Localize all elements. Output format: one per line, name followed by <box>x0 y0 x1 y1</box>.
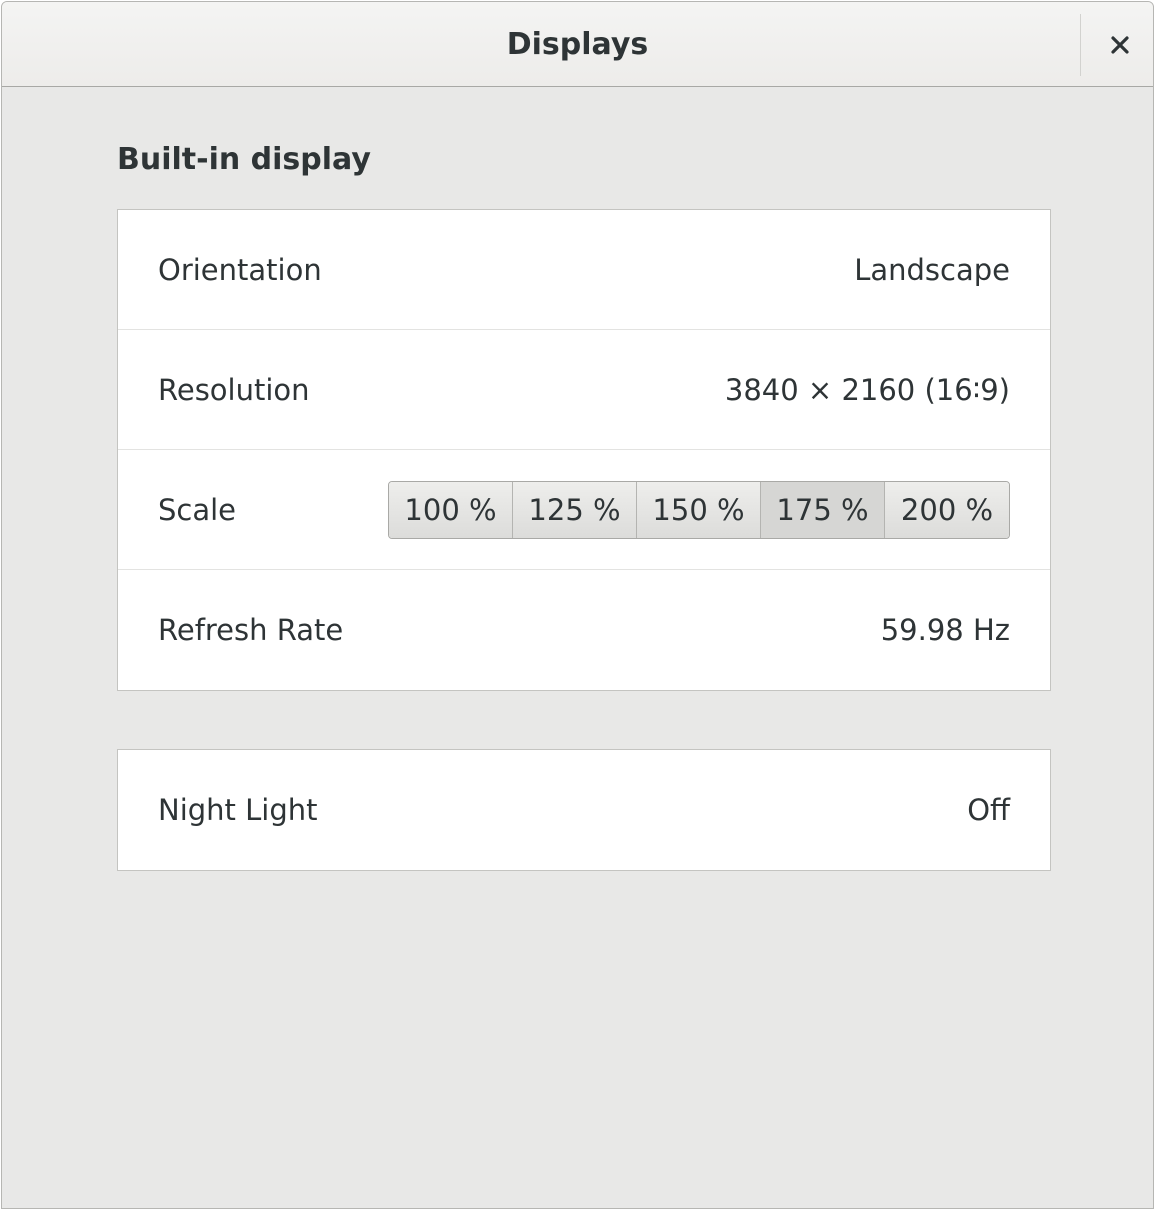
resolution-label: Resolution <box>158 372 310 407</box>
scale-button-group: 100 % 125 % 150 % 175 % 200 % <box>388 480 1010 539</box>
scale-175-button[interactable]: 175 % <box>761 481 885 538</box>
night-light-label: Night Light <box>158 793 318 827</box>
orientation-row[interactable]: Orientation Landscape <box>118 210 1050 330</box>
refresh-rate-label: Refresh Rate <box>158 613 344 647</box>
section-heading: Built-in display <box>117 142 371 177</box>
orientation-label: Orientation <box>158 252 322 287</box>
header-bar: Displays <box>2 2 1153 87</box>
resolution-row[interactable]: Resolution 3840 × 2160 (16∶9) <box>118 330 1050 450</box>
header-separator <box>1080 14 1081 76</box>
scale-125-button[interactable]: 125 % <box>513 481 637 538</box>
scale-label: Scale <box>158 492 237 527</box>
night-light-list: Night Light Off <box>117 749 1051 871</box>
night-light-value: Off <box>967 793 1010 827</box>
window-title: Displays <box>506 27 649 62</box>
scale-200-button[interactable]: 200 % <box>885 481 1009 538</box>
refresh-rate-row[interactable]: Refresh Rate 59.98 Hz <box>118 570 1050 690</box>
scale-row: Scale 100 % 125 % 150 % 175 % 200 % <box>118 450 1050 570</box>
close-icon <box>1111 36 1129 54</box>
scale-100-button[interactable]: 100 % <box>389 481 513 538</box>
close-button[interactable] <box>1092 18 1148 72</box>
displays-window: Displays Built-in display Orientation La… <box>1 1 1154 1209</box>
refresh-rate-value: 59.98 Hz <box>880 613 1010 647</box>
display-settings-list: Orientation Landscape Resolution 3840 × … <box>117 209 1051 691</box>
orientation-value: Landscape <box>854 252 1010 287</box>
night-light-row[interactable]: Night Light Off <box>118 750 1050 870</box>
scale-150-button[interactable]: 150 % <box>637 481 761 538</box>
resolution-value: 3840 × 2160 (16∶9) <box>724 372 1010 407</box>
